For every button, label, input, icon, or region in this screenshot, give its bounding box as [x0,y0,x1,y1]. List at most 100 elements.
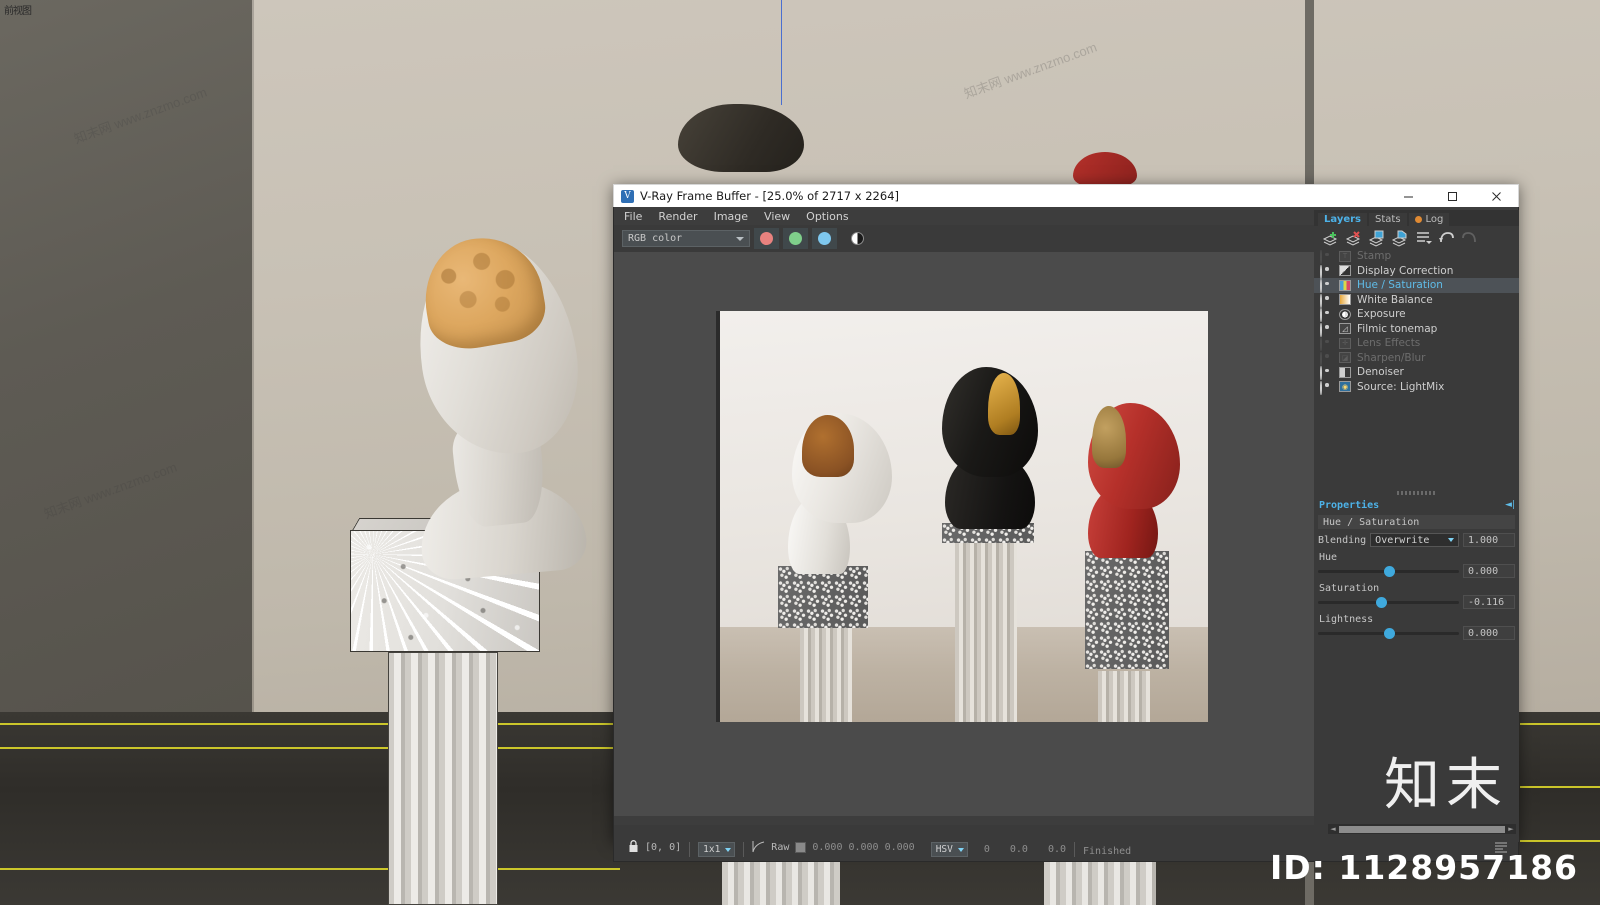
raw-label: Raw [771,842,790,853]
layer-label: Display Correction [1357,264,1454,277]
layer-row-sharpen-blur[interactable]: ◪ Sharpen/Blur [1314,351,1519,366]
floor-guide-line [0,747,620,749]
sample-size-group: 1x1 [690,842,743,857]
lightness-label: Lightness [1319,614,1374,625]
hue-slider-knob[interactable] [1383,565,1395,577]
delete-layer-icon[interactable] [1345,229,1364,247]
undo-icon[interactable] [1437,229,1456,247]
blue-channel-button[interactable] [812,228,837,249]
filmic-tonemap-icon: ◿ [1339,323,1351,335]
layer-list-icon[interactable] [1414,229,1433,247]
denoiser-icon [1339,366,1351,378]
minimize-button[interactable] [1386,185,1430,207]
scroll-right-icon[interactable]: ► [1506,824,1516,834]
render-status: Finished [1083,846,1132,857]
sample-size-select[interactable]: 1x1 [698,842,736,857]
chevron-down-icon [1448,538,1454,542]
saturation-value-field[interactable]: -0.116 [1463,595,1515,609]
visibility-toggle-icon[interactable] [1320,308,1333,323]
window-titlebar[interactable]: V V-Ray Frame Buffer - [25.0% of 2717 x … [613,184,1519,207]
stamp-icon: T [1339,250,1351,262]
save-layer-icon[interactable] [1391,229,1410,247]
visibility-toggle-icon[interactable] [1320,250,1333,265]
lens-effects-icon: ✛ [1339,337,1351,349]
saturation-slider-row[interactable]: -0.116 [1318,595,1515,609]
menu-options[interactable]: Options [806,210,848,223]
layer-row-lens-effects[interactable]: ✛ Lens Effects [1314,336,1519,352]
hue-value-field[interactable]: 0.000 [1463,564,1515,578]
render-preview-image[interactable] [716,311,1208,722]
scene-bust-white[interactable] [400,228,590,583]
pin-icon[interactable]: ◄| [1505,500,1515,510]
color-swatch[interactable] [795,842,807,853]
dock-horizontal-scrollbar[interactable]: ◄ ► [1328,824,1516,834]
lightness-value-field[interactable]: 0.000 [1463,626,1515,640]
tab-stats[interactable]: Stats [1369,213,1407,226]
close-button[interactable] [1474,185,1518,207]
channel-select[interactable]: RGB color [622,230,750,247]
visibility-toggle-icon[interactable] [1320,264,1333,279]
color-mode-value: HSV [935,844,953,855]
lightness-slider[interactable] [1318,627,1459,639]
layer-row-filmic-tonemap[interactable]: ◿ Filmic tonemap [1314,322,1519,337]
layer-list-empty-area[interactable] [1314,394,1519,488]
visibility-toggle-icon[interactable] [1320,279,1333,294]
lightness-slider-knob[interactable] [1383,627,1395,639]
layer-row-exposure[interactable]: ◑ Exposure [1314,307,1519,323]
menu-image[interactable]: Image [714,210,748,223]
dock-tabs[interactable]: Layers Stats Log [1314,210,1519,226]
blending-opacity-field[interactable]: 1.000 [1463,533,1515,547]
layer-row-hue-saturation[interactable]: Hue / Saturation [1314,278,1519,294]
color-readout-group: Raw 0.000 0.000 0.000 [744,838,922,857]
rgb-value-b: 0.000 [884,842,915,853]
tab-layers[interactable]: Layers [1318,213,1367,226]
menu-render[interactable]: Render [658,210,697,223]
alpha-channel-button[interactable] [845,228,870,249]
visibility-toggle-icon[interactable] [1320,380,1333,395]
saturation-slider-knob[interactable] [1376,596,1388,608]
tab-log[interactable]: Log [1408,213,1450,226]
visibility-toggle-icon[interactable] [1320,322,1333,337]
saturation-label: Saturation [1319,583,1380,594]
load-layer-icon[interactable] [1368,229,1387,247]
lightness-slider-row[interactable]: 0.000 [1318,626,1515,640]
blending-select[interactable]: Overwrite [1370,533,1459,547]
layer-row-denoiser[interactable]: Denoiser [1314,365,1519,381]
menu-file[interactable]: File [624,210,642,223]
blending-row[interactable]: Blending Overwrite 1.000 [1318,533,1515,547]
green-channel-button[interactable] [783,228,808,249]
layer-toolbar[interactable] [1314,226,1519,249]
floor-guide-line [0,868,620,870]
layer-row-stamp[interactable]: T Stamp [1314,249,1519,265]
menu-view[interactable]: View [764,210,790,223]
lock-icon[interactable] [628,838,639,857]
maximize-button[interactable] [1430,185,1474,207]
visibility-toggle-icon[interactable] [1320,337,1333,352]
saturation-slider[interactable] [1318,596,1459,608]
red-channel-button[interactable] [754,228,779,249]
chevron-down-icon [725,847,732,852]
viewport-label: 前视图 [4,6,32,17]
splitter-grip-icon [1396,491,1437,495]
visibility-toggle-icon[interactable] [1320,366,1333,381]
layer-list[interactable]: T Stamp Display Correction Hue / Saturat… [1314,249,1519,488]
visibility-toggle-icon[interactable] [1320,351,1333,366]
sample-size-value: 1x1 [703,844,721,855]
properties-title: Properties [1319,499,1380,511]
add-layer-icon[interactable] [1322,229,1341,247]
dock-hscroll-thumb[interactable] [1339,825,1505,833]
scroll-left-icon[interactable]: ◄ [1328,824,1338,834]
hue-slider-row[interactable]: 0.000 [1318,564,1515,578]
properties-header: Properties ◄| [1314,498,1519,512]
scene-fluted-column[interactable] [388,652,498,905]
layer-row-white-balance[interactable]: White Balance [1314,293,1519,308]
color-curve-icon[interactable] [752,838,765,857]
hue-slider[interactable] [1318,565,1459,577]
layer-row-display-correction[interactable]: Display Correction [1314,264,1519,279]
render-granite-right [1085,551,1169,669]
layer-row-source-lightmix[interactable]: ◉ Source: LightMix [1314,380,1519,395]
color-mode-select[interactable]: HSV [930,842,968,857]
redo-icon[interactable] [1460,229,1479,247]
visibility-toggle-icon[interactable] [1320,293,1333,308]
dock-splitter[interactable] [1314,488,1519,498]
